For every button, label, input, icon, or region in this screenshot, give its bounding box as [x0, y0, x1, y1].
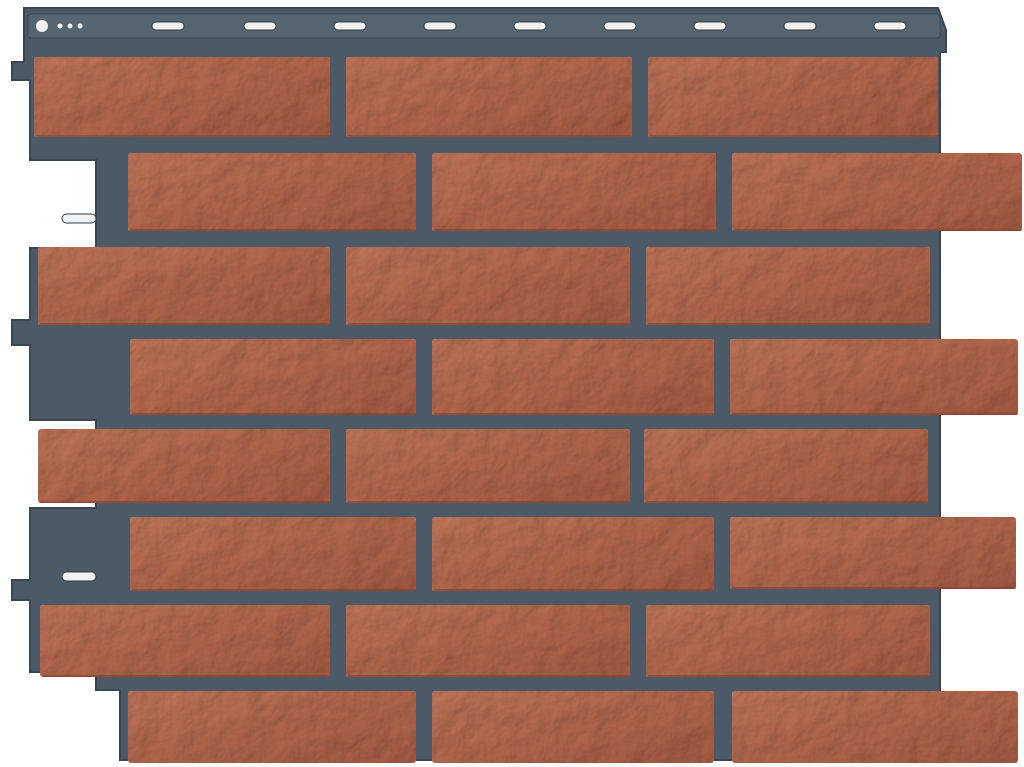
brick — [646, 605, 930, 677]
brick — [730, 339, 1018, 415]
brick — [346, 605, 630, 677]
brick — [346, 429, 630, 503]
brick-rows — [34, 57, 1022, 763]
brick — [34, 57, 330, 137]
brick — [130, 517, 416, 591]
brick — [432, 517, 714, 591]
brick — [648, 57, 938, 137]
brick — [40, 605, 330, 677]
brick — [38, 429, 330, 503]
brick-facade-panel — [11, 7, 1022, 763]
brick — [128, 691, 416, 763]
brick — [128, 153, 416, 231]
brick — [732, 691, 1018, 763]
brick — [38, 247, 330, 325]
brick — [644, 429, 928, 503]
brick — [346, 57, 632, 137]
brick — [646, 247, 930, 325]
brick — [346, 247, 630, 325]
brick — [730, 517, 1016, 589]
brick — [732, 153, 1022, 231]
brick — [130, 339, 416, 415]
brick — [432, 153, 716, 231]
brick — [432, 339, 714, 415]
brick — [432, 691, 714, 763]
nailing-slots — [151, 21, 907, 31]
